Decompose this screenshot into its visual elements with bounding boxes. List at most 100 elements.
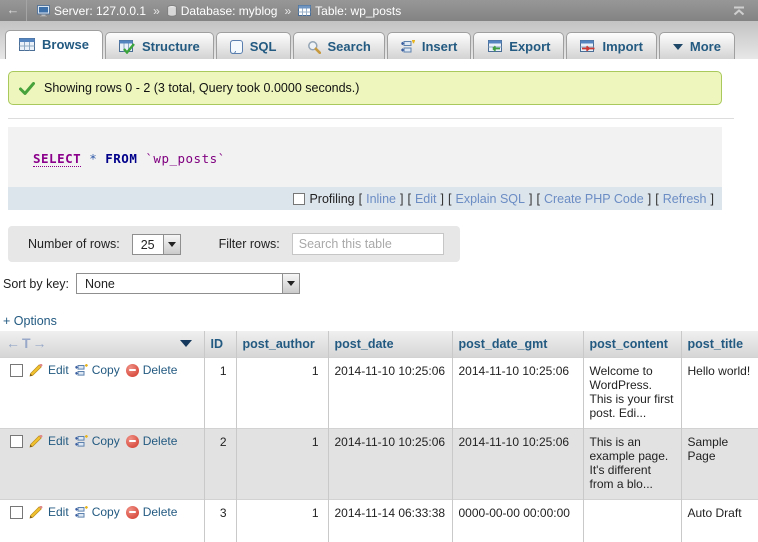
delete-label: Delete [143,434,178,448]
inline-link[interactable]: Inline [366,192,396,206]
export-icon [487,40,502,53]
tab-search[interactable]: Search [293,32,385,59]
breadcrumb-separator: » [153,4,160,18]
sort-by-key-label: Sort by key: [3,277,69,291]
browse-icon [19,38,35,51]
copy-label: Copy [92,363,120,377]
cell-id: 1 [204,358,236,429]
column-header-post-content[interactable]: post_content [583,331,681,358]
options-toggle-link[interactable]: + Options [3,314,57,328]
explain-sql-link[interactable]: Explain SQL [455,192,524,206]
sort-by-key-value: None [77,274,282,293]
copy-icon [75,506,88,519]
tab-insert-label: Insert [422,39,457,54]
search-icon [307,40,321,54]
edit-row-link[interactable]: Edit [29,363,69,377]
copy-row-link[interactable]: Copy [75,505,120,519]
delete-row-link[interactable]: Delete [126,434,178,448]
profiling-checkbox[interactable] [293,193,305,205]
tab-insert[interactable]: Insert [387,32,471,59]
column-header-post-author[interactable]: post_author [236,331,328,358]
tab-sql-label: SQL [250,39,277,54]
back-arrow-button[interactable]: ← [0,0,27,21]
refresh-link[interactable]: Refresh [663,192,707,206]
profiling-label: Profiling [309,192,354,206]
copy-row-link[interactable]: Copy [75,363,120,377]
sql-table-name: `wp_posts` [145,151,225,166]
table-header-row: ←T→ ID post_author post_date post_date_g… [0,331,758,358]
column-header-id[interactable]: ID [204,331,236,358]
edit-row-link[interactable]: Edit [29,434,69,448]
copy-icon [75,364,88,377]
copy-row-link[interactable]: Copy [75,434,120,448]
table-icon [298,5,311,16]
pencil-icon [29,435,44,448]
edit-row-link[interactable]: Edit [29,505,69,519]
delete-row-link[interactable]: Delete [126,363,178,377]
filter-rows-input[interactable] [292,233,444,255]
tab-structure[interactable]: Structure [105,32,214,59]
tab-import[interactable]: Import [566,32,656,59]
column-actions-toggle-icon[interactable] [180,340,192,347]
tab-sql[interactable]: SQL [216,32,291,59]
select-arrow-icon [282,274,299,293]
sql-keyword-from: FROM [105,151,137,166]
database-icon [167,5,177,17]
row-checkbox[interactable] [10,506,23,519]
row-checkbox[interactable] [10,364,23,377]
breadcrumb-database-label: Database: myblog [181,4,278,18]
chevron-down-icon [673,44,683,50]
sort-by-key-select[interactable]: None [76,273,300,294]
sql-star: * [89,151,97,166]
delete-icon [126,364,139,377]
delete-row-link[interactable]: Delete [126,505,178,519]
column-move-arrows[interactable]: ←T→ [6,335,49,351]
cell-id: 2 [204,429,236,500]
bracket: [ [536,192,539,206]
column-header-post-date-gmt[interactable]: post_date_gmt [452,331,583,358]
sort-controls: Sort by key: None [3,273,758,294]
edit-label: Edit [48,363,69,377]
tab-browse-label: Browse [42,37,89,52]
edit-label: Edit [48,505,69,519]
delete-label: Delete [143,363,178,377]
table-row: Edit Copy Delete 1 1 2014-11-10 1 [0,358,758,429]
create-php-code-link[interactable]: Create PHP Code [544,192,644,206]
breadcrumb-database[interactable]: Database: myblog [167,4,278,18]
cell-post-title: Sample Page [681,429,758,500]
bracket: ] [400,192,403,206]
number-of-rows-select[interactable]: 25 [132,234,181,255]
breadcrumb-table[interactable]: Table: wp_posts [298,4,401,18]
tab-export[interactable]: Export [473,32,564,59]
tab-search-label: Search [328,39,371,54]
edit-label: Edit [48,434,69,448]
row-actions-cell: Edit Copy Delete [0,429,204,500]
tab-browse[interactable]: Browse [5,30,103,59]
query-toolbar: Profiling [ Inline ] [ Edit ] [ Explain … [8,187,722,210]
filter-rows-label: Filter rows: [219,237,280,251]
row-actions-cell: Edit Copy Delete [0,500,204,542]
column-header-post-date[interactable]: post_date [328,331,452,358]
scroll-to-top-icon[interactable] [732,6,746,16]
actions-column-header: ←T→ [0,331,204,358]
edit-query-link[interactable]: Edit [415,192,437,206]
bracket: [ [448,192,451,206]
delete-label: Delete [143,505,178,519]
column-header-post-title[interactable]: post_title [681,331,758,358]
cell-post-author: 1 [236,429,328,500]
row-controls: Number of rows: 25 Filter rows: [8,226,460,262]
cell-post-author: 1 [236,500,328,542]
row-checkbox[interactable] [10,435,23,448]
status-message-text: Showing rows 0 - 2 (3 total, Query took … [44,81,359,95]
cell-post-date-gmt: 2014-11-10 10:25:06 [452,358,583,429]
row-actions-cell: Edit Copy Delete [0,358,204,429]
insert-icon [401,40,415,54]
sql-query-text: SELECT * FROM `wp_posts` [8,127,722,187]
breadcrumb-server[interactable]: Server: 127.0.0.1 [37,4,146,18]
cell-post-date: 2014-11-14 06:33:38 [328,500,452,542]
copy-label: Copy [92,434,120,448]
sql-keyword-select[interactable]: SELECT [33,151,81,167]
cell-post-title: Hello world! [681,358,758,429]
tab-more[interactable]: More [659,32,735,59]
breadcrumb-table-label: Table: wp_posts [315,4,401,18]
